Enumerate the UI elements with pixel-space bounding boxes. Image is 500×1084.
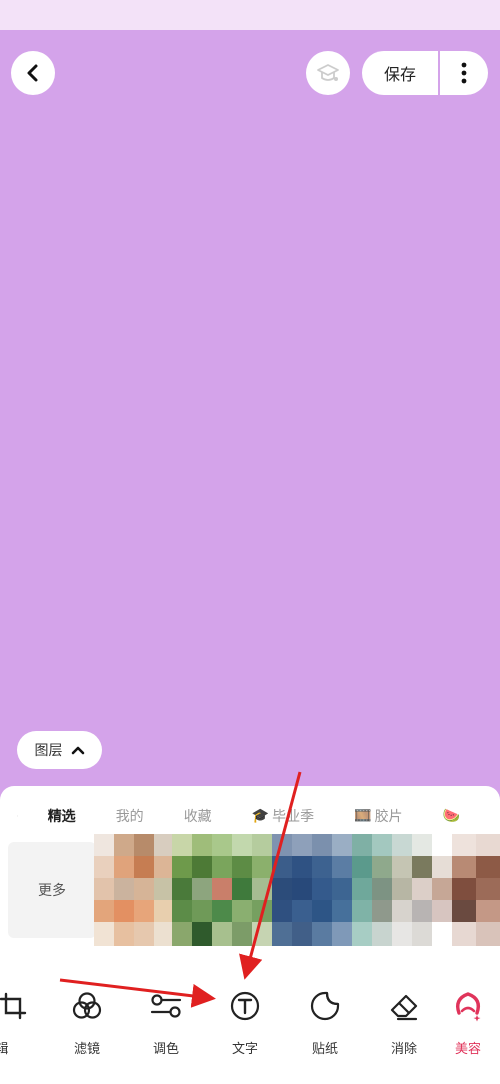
layer-button-label: 图层 [34, 743, 63, 759]
layer-button[interactable]: 图层 [17, 731, 102, 769]
tool-eraser[interactable]: 消除 [369, 982, 439, 1062]
more-vertical-icon [461, 62, 467, 84]
thumbnail-pixelated-5[interactable] [452, 834, 500, 946]
status-bar [0, 0, 500, 30]
text-icon [230, 991, 260, 1021]
thumbnail-pixelated-1[interactable] [94, 834, 172, 946]
tool-filter[interactable]: 滤镜 [52, 982, 122, 1062]
photo-canvas[interactable] [0, 30, 500, 820]
sticker-icon [310, 991, 340, 1021]
thumbnail-pixelated-4[interactable] [352, 834, 452, 946]
tab-graduation[interactable]: 🎓 毕业季 [252, 806, 314, 826]
watermelon-icon: 🍉 [442, 808, 460, 824]
tool-beauty[interactable]: 美容 [433, 982, 500, 1062]
back-button[interactable] [11, 51, 55, 95]
adjust-icon [150, 994, 182, 1018]
thumbnail-pixelated-3[interactable] [272, 834, 352, 946]
tool-text[interactable]: 文字 [210, 982, 280, 1062]
tab-favorites[interactable]: 收藏 [184, 806, 212, 826]
sticker-category-tabs: 精选 我的 收藏 🎓 毕业季 🎞️ 胶片 🍉 [0, 798, 500, 834]
tab-watermelon[interactable]: 🍉 [443, 808, 460, 824]
no-sticker-icon[interactable] [17, 805, 18, 827]
eraser-icon [390, 994, 418, 1021]
graduation-cap-emoji-icon: 🎓 [251, 808, 270, 824]
crop-icon [0, 992, 27, 1020]
tab-film[interactable]: 🎞️ 胶片 [354, 806, 402, 826]
tab-featured[interactable]: 精选 [48, 806, 76, 826]
filter-icon [72, 992, 102, 1019]
more-options-button[interactable] [440, 51, 488, 95]
tool-sticker[interactable]: 贴纸 [290, 982, 360, 1062]
bottom-toolbar: 辑 滤镜 调色 文字 贴纸 消除 美容 [0, 982, 500, 1062]
more-stickers-tile[interactable]: 更多 [8, 842, 96, 938]
chevron-up-icon [71, 746, 84, 755]
save-button[interactable]: 保存 [362, 51, 438, 95]
film-frames-icon: 🎞️ [354, 808, 372, 824]
tool-crop[interactable]: 辑 [0, 982, 48, 1062]
sticker-thumbnails[interactable] [94, 834, 500, 946]
tutorial-button[interactable] [306, 51, 350, 95]
beauty-icon [455, 992, 481, 1022]
chevron-left-icon [27, 64, 38, 82]
thumbnail-pixelated-2[interactable] [172, 834, 272, 946]
save-group: 保存 [362, 51, 488, 95]
tab-mine[interactable]: 我的 [116, 806, 144, 826]
graduation-cap-icon [317, 64, 339, 81]
tool-adjust[interactable]: 调色 [131, 982, 201, 1062]
